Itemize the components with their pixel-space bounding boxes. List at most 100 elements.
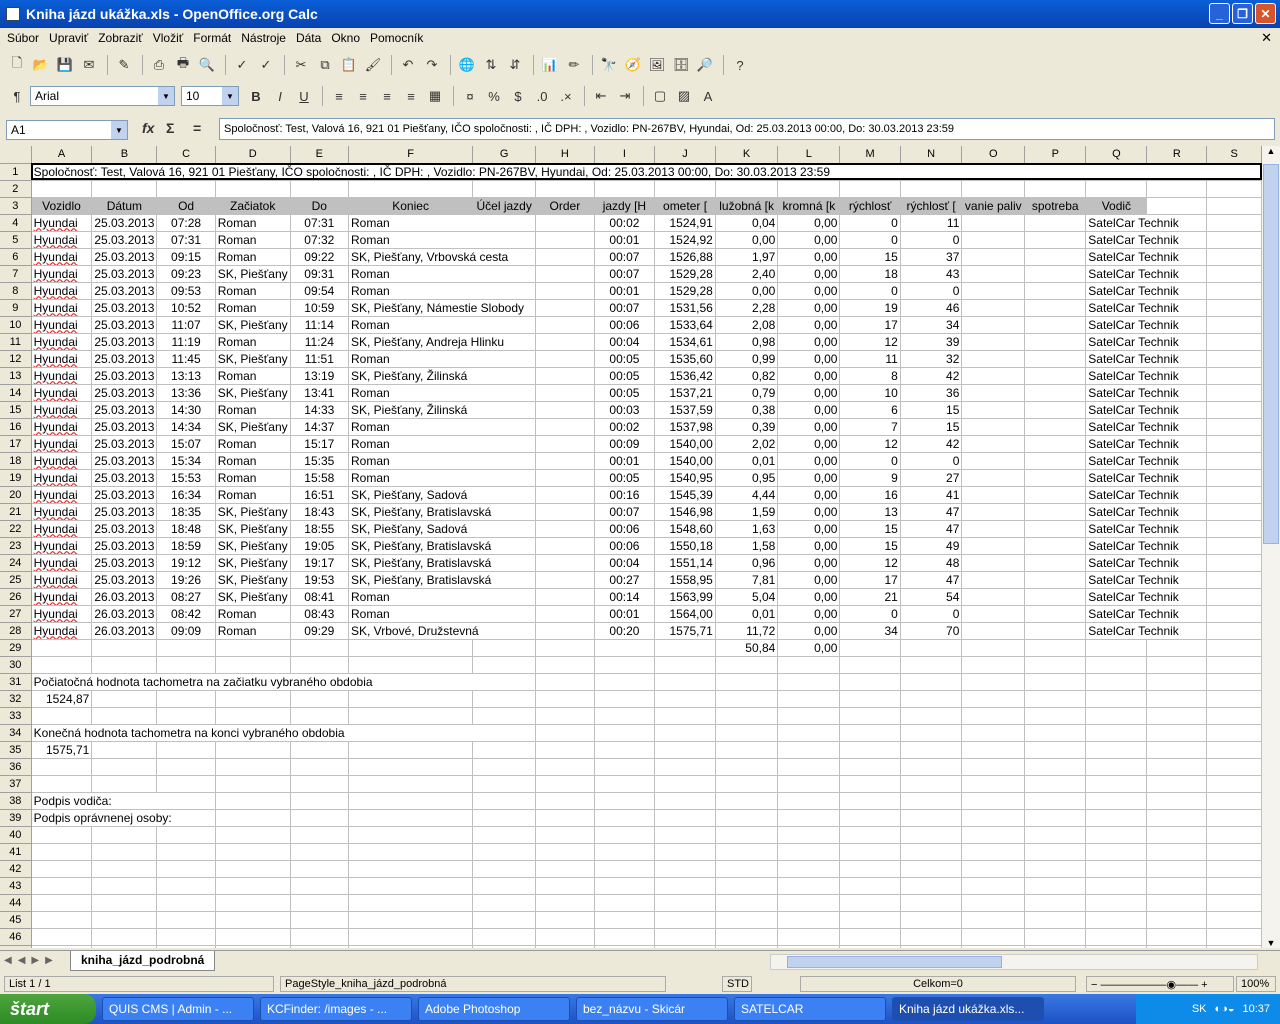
gallery-icon[interactable]: 🖼	[646, 54, 668, 76]
cell[interactable]	[594, 843, 656, 861]
cell[interactable]	[715, 928, 779, 946]
cell[interactable]	[215, 656, 291, 674]
row-header[interactable]: 32	[0, 690, 32, 708]
cell[interactable]: Hyundai	[31, 384, 93, 402]
cell[interactable]	[91, 690, 158, 708]
cell[interactable]	[1085, 826, 1148, 844]
cell[interactable]	[839, 639, 901, 657]
cell[interactable]: 0	[839, 282, 901, 300]
cell[interactable]	[654, 673, 716, 691]
cell[interactable]: 47	[900, 571, 963, 589]
cell[interactable]: 00:27	[594, 571, 656, 589]
cell[interactable]: 00:05	[594, 384, 656, 402]
cell[interactable]	[654, 911, 716, 929]
cell[interactable]: SatelCar Technik	[1085, 452, 1208, 470]
cell[interactable]	[594, 911, 656, 929]
cell[interactable]	[1146, 826, 1208, 844]
cell[interactable]: SK, Piešťany, Vrbovská cesta	[348, 248, 537, 266]
cell[interactable]	[654, 656, 716, 674]
cell[interactable]: Hyundai	[31, 299, 93, 317]
cell[interactable]	[654, 180, 716, 198]
cell[interactable]	[91, 860, 158, 878]
cell[interactable]: 00:01	[594, 605, 656, 623]
redo-icon[interactable]: ↷	[421, 54, 443, 76]
function-wizard-icon[interactable]: fx	[142, 120, 154, 136]
cell[interactable]	[1206, 758, 1262, 776]
cell[interactable]	[961, 418, 1026, 436]
cell[interactable]: 1529,28	[654, 282, 716, 300]
cell[interactable]	[1024, 265, 1087, 283]
cell[interactable]: 0,96	[715, 554, 779, 572]
help-icon[interactable]: ?	[729, 54, 751, 76]
cell[interactable]	[1085, 690, 1148, 708]
cell[interactable]: Roman	[215, 248, 291, 266]
cell[interactable]: SK, Piešťany	[215, 571, 291, 589]
cell[interactable]: 0,01	[715, 605, 779, 623]
cell[interactable]	[900, 673, 963, 691]
underline-button[interactable]: U	[293, 85, 315, 107]
cell[interactable]: 1563,99	[654, 588, 716, 606]
cell[interactable]	[472, 775, 537, 793]
copy-icon[interactable]: ⧉	[314, 54, 336, 76]
cell[interactable]	[900, 724, 963, 742]
cell[interactable]	[535, 180, 595, 198]
cell[interactable]: 16:34	[156, 486, 216, 504]
cell[interactable]: 8	[839, 367, 901, 385]
row-header[interactable]: 23	[0, 537, 32, 555]
cell[interactable]	[1085, 792, 1148, 810]
cell[interactable]: 25.03.2013	[91, 503, 158, 521]
cell[interactable]	[1146, 843, 1208, 861]
cell[interactable]	[900, 639, 963, 657]
cell[interactable]	[1206, 350, 1262, 368]
cell[interactable]: Roman	[348, 265, 537, 283]
cell[interactable]: 15:07	[156, 435, 216, 453]
menu-okno[interactable]: Okno	[326, 31, 365, 45]
cell[interactable]	[535, 248, 595, 266]
cell[interactable]	[472, 843, 537, 861]
cell[interactable]	[290, 792, 349, 810]
cell[interactable]	[1024, 758, 1087, 776]
cell[interactable]	[777, 945, 841, 948]
cell[interactable]	[1206, 418, 1262, 436]
cell[interactable]	[348, 775, 474, 793]
cell[interactable]	[1206, 299, 1262, 317]
cell[interactable]: 0,00	[777, 571, 841, 589]
cell[interactable]	[31, 911, 93, 929]
cell[interactable]: Roman	[348, 214, 537, 232]
cell[interactable]: 07:31	[290, 214, 349, 232]
cell[interactable]	[1085, 809, 1148, 827]
cell[interactable]: 0,00	[777, 639, 841, 657]
cell[interactable]: Roman	[348, 316, 537, 334]
column-title[interactable]: Účel jazdy	[472, 197, 537, 215]
cell[interactable]	[961, 724, 1026, 742]
cell[interactable]: 18:59	[156, 537, 216, 555]
align-center-icon[interactable]: ≡	[352, 85, 374, 107]
cell[interactable]	[472, 860, 537, 878]
cell[interactable]	[1206, 673, 1262, 691]
cell[interactable]: 49	[900, 537, 963, 555]
cell[interactable]: 00:05	[594, 469, 656, 487]
cell[interactable]: 25.03.2013	[91, 214, 158, 232]
row-header[interactable]: 7	[0, 265, 32, 283]
cell[interactable]: SatelCar Technik	[1085, 486, 1208, 504]
cell[interactable]	[1206, 894, 1262, 912]
cell[interactable]: Hyundai	[31, 588, 93, 606]
cell[interactable]: 0,00	[777, 282, 841, 300]
cell[interactable]: Hyundai	[31, 248, 93, 266]
edit-file-icon[interactable]: ✎	[113, 54, 135, 76]
cell[interactable]: SK, Vrbové, Družstevná	[348, 622, 537, 640]
cell[interactable]: 1,58	[715, 537, 779, 555]
cell[interactable]	[654, 639, 716, 657]
cell[interactable]	[777, 758, 841, 776]
cell[interactable]	[472, 911, 537, 929]
cell[interactable]	[594, 894, 656, 912]
menu-upravit[interactable]: Upraviť	[44, 31, 93, 45]
cell[interactable]	[777, 826, 841, 844]
cell[interactable]	[961, 707, 1026, 725]
cell[interactable]: 09:23	[156, 265, 216, 283]
cell[interactable]	[535, 350, 595, 368]
cell[interactable]	[961, 656, 1026, 674]
add-decimal-icon[interactable]: .0	[531, 85, 553, 107]
cell[interactable]	[1146, 690, 1208, 708]
cell[interactable]	[715, 707, 779, 725]
